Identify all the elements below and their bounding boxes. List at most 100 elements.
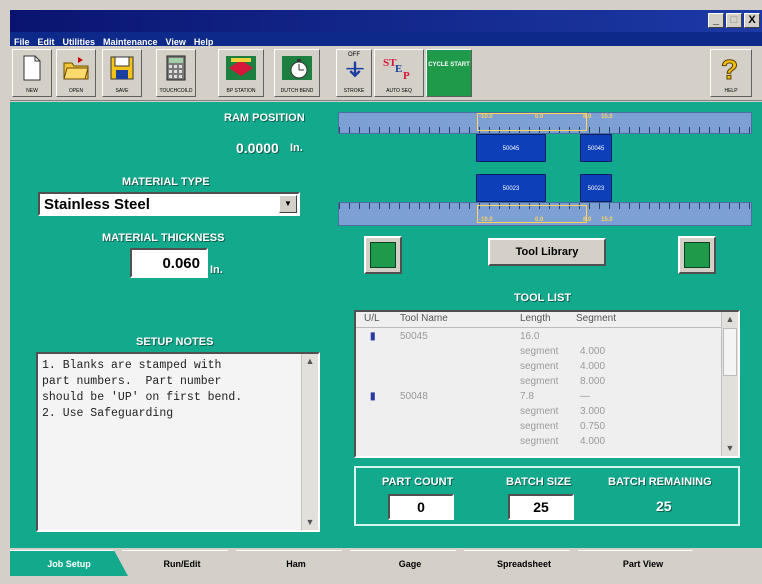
lower-tool-block[interactable]: 50023 [580,174,612,202]
material-type-label: MATERIAL TYPE [122,176,210,188]
table-row[interactable]: segment 4.000 [356,360,721,375]
tab-bar: Job Setup Run/Edit Ham Gage Spreadsheet … [10,548,762,584]
question-mark-icon: ? [721,54,739,82]
svg-text:P: P [403,70,410,82]
stroke-button[interactable]: OFF STROKE [336,49,372,97]
table-row[interactable]: segment 3.000 [356,405,721,420]
tool-list-title: TOOL LIST [514,292,572,304]
floppy-disk-icon [110,56,134,80]
length-cell: segment [520,376,559,387]
material-type-dropdown[interactable]: Stainless Steel ▼ [38,192,300,216]
left-tool-square-icon [370,242,396,268]
ram-position-unit: In. [290,142,303,154]
tab-ham[interactable]: Ham [236,550,356,576]
scroll-thumb[interactable] [723,328,737,376]
material-thickness-field[interactable]: 0.060 [130,248,208,278]
stroke-off-label: OFF [348,52,360,58]
part-count-field[interactable]: 0 [388,494,454,520]
dutch-bend-button-label: DUTCH BEND [280,88,314,94]
tab-part-view[interactable]: Part View [578,550,708,576]
material-thickness-label: MATERIAL THICKNESS [102,232,225,244]
table-row[interactable]: segment 4.000 [356,435,721,450]
length-cell: 16.0 [520,331,540,342]
length-cell: segment [520,346,559,357]
material-thickness-value: 0.060 [162,255,200,272]
upper-tool-marker-icon: ▮ [370,331,376,342]
svg-text:E: E [395,63,402,75]
stroke-button-label: STROKE [343,88,365,94]
open-button[interactable]: OPEN [56,49,96,97]
bp-station-button[interactable]: BP STATION [218,49,264,97]
table-row[interactable]: ▮ 50048 7.8 — [356,390,721,405]
stopwatch-icon [282,56,312,80]
auto-seq-button[interactable]: ST E P AUTO SEQ [374,49,424,97]
upper-tool-ruler: -10.0 0.0 8.0 15.0 [338,112,752,134]
maximize-button[interactable]: □ [726,13,742,28]
part-count-label: PART COUNT [382,476,454,488]
tool-list-scrollbar[interactable]: ▲ ▼ [721,312,738,456]
tab-run-edit[interactable]: Run/Edit [122,550,242,576]
toolbar: NEW OPEN SAVE TOUCHCOILD BP STATION DUTC… [10,46,762,101]
tool-list-table[interactable]: U/L Tool Name Length Segment ▮ 50045 16.0 s… [354,310,740,458]
touchcoild-button-label: TOUCHCOILD [159,88,193,94]
calculator-icon [166,55,186,81]
scroll-up-icon[interactable]: ▲ [722,312,738,327]
step-icon: STEP [383,57,410,82]
scroll-down-icon[interactable]: ▼ [302,515,318,530]
setup-notes-textarea[interactable]: 1. Blanks are stamped with part numbers. … [36,352,320,532]
material-type-value: Stainless Steel [44,196,150,213]
left-tool-button[interactable] [364,236,402,274]
length-cell: segment [520,421,559,432]
segment-cell: — [580,391,590,402]
tab-gage[interactable]: Gage [350,550,470,576]
table-row[interactable]: segment 8.000 [356,375,721,390]
segment-cell: 4.000 [580,361,606,372]
help-button[interactable]: ? HELP [710,49,752,97]
lower-ruler-label: -10.0 [479,217,493,223]
right-tool-button[interactable] [678,236,716,274]
column-header-ul: U/L [364,313,380,324]
upper-ruler-label: 8.0 [583,114,592,120]
table-row[interactable]: ▮ 50045 16.0 [356,330,721,345]
tool-list-header: U/L Tool Name Length Segment [356,312,721,328]
application-window: _ □ X File Edit Utilities Maintenance View He… [0,0,762,584]
table-row[interactable]: segment 0.750 [356,420,721,435]
length-cell: segment [520,436,559,447]
new-button-label: NEW [26,88,38,94]
close-button[interactable]: X [744,13,760,28]
new-button[interactable]: NEW [12,49,52,97]
column-header-tool-name: Tool Name [400,313,448,324]
chevron-down-icon[interactable]: ▼ [279,195,297,213]
stroke-arrows-icon [346,61,364,78]
batch-size-field[interactable]: 25 [508,494,574,520]
setup-notes-scrollbar[interactable]: ▲ ▼ [301,354,318,530]
tab-spreadsheet[interactable]: Spreadsheet [464,550,584,576]
column-header-segment: Segment [576,313,617,324]
upper-tool-block[interactable]: 50045 [476,134,546,162]
lower-tool-block[interactable]: 50023 [476,174,546,202]
setup-note-line: should be 'UP' on first bend. [42,391,243,404]
upper-tool-marker-icon: ▮ [370,391,376,402]
segment-cell: 3.000 [580,406,606,417]
save-button[interactable]: SAVE [102,49,142,97]
touchcoild-button[interactable]: TOUCHCOILD [156,49,196,97]
segment-cell: 4.000 [580,346,606,357]
table-row[interactable]: segment 4.000 [356,345,721,360]
upper-tool-block[interactable]: 50045 [580,134,612,162]
cycle-start-button[interactable]: CYCLE START [426,49,472,97]
material-thickness-unit: In. [210,264,223,276]
scroll-up-icon[interactable]: ▲ [302,354,318,369]
dutch-bend-button[interactable]: DUTCH BEND [274,49,320,97]
tab-job-setup[interactable]: Job Setup [10,550,128,576]
title-bar: _ □ X [10,10,762,32]
upper-ruler-label: 0.0 [535,114,544,120]
scroll-down-icon[interactable]: ▼ [722,441,738,456]
folder-icon [63,57,89,80]
lower-ruler-label: 15.0 [601,217,613,223]
segment-cell: 8.000 [580,376,606,387]
setup-note-line: 1. Blanks are stamped with [42,359,222,372]
length-cell: segment [520,361,559,372]
tool-library-button[interactable]: Tool Library [488,238,606,266]
minimize-button[interactable]: _ [708,13,724,28]
cycle-start-icon: CYCLE START [428,62,470,68]
